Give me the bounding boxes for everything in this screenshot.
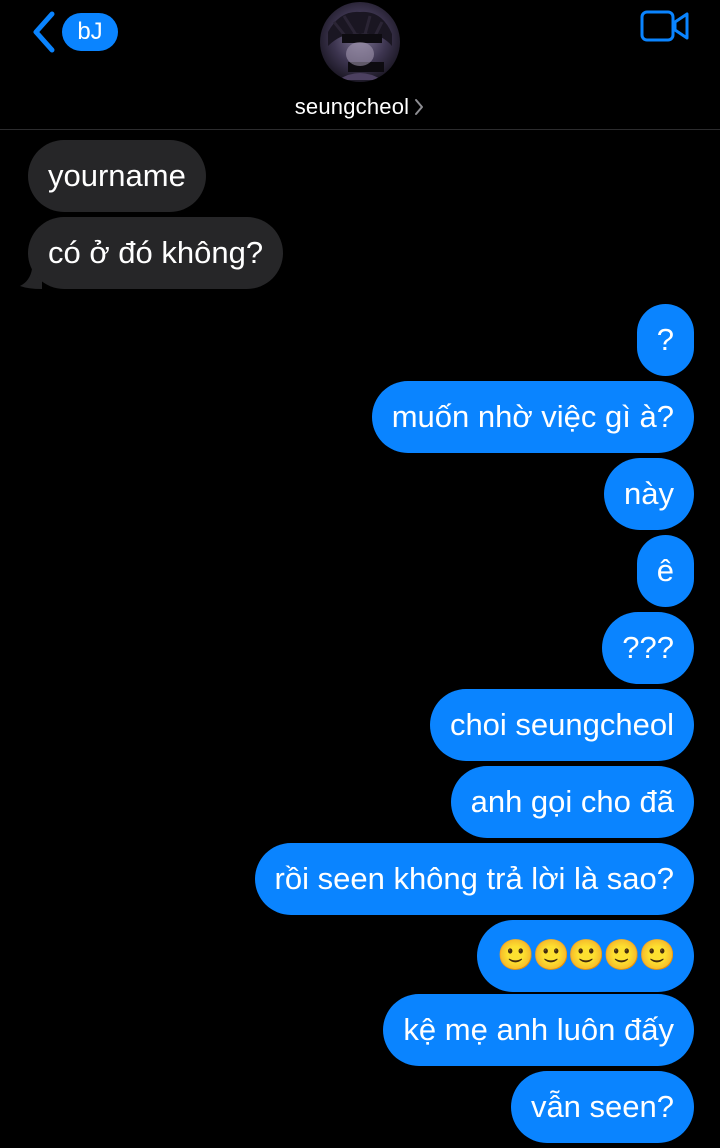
incoming-message-bubble[interactable]: yourname: [28, 140, 206, 212]
contact-name: seungcheol: [294, 94, 410, 119]
contact-details-link[interactable]: seungcheol: [0, 92, 720, 122]
outgoing-message-bubble[interactable]: anh gọi cho đã: [450, 766, 694, 838]
outgoing-emoji-bubble[interactable]: 🙂🙂🙂🙂🙂: [477, 920, 694, 992]
outgoing-message-bubble[interactable]: rồi seen không trả lời là sao?: [254, 843, 694, 915]
incoming-message-bubble[interactable]: có ở đó không?: [28, 217, 284, 289]
avatar-photo: [320, 2, 400, 82]
outgoing-message-bubble[interactable]: ê: [636, 535, 694, 607]
outgoing-message-bubble[interactable]: muốn nhờ việc gì à?: [371, 381, 694, 453]
back-button[interactable]: bJ: [28, 10, 118, 54]
conversation-header: bJ seungcheol: [0, 0, 720, 129]
outgoing-message-bubble[interactable]: vẫn seen?: [510, 1071, 694, 1143]
video-call-icon[interactable]: [640, 8, 690, 44]
outgoing-message-bubble[interactable]: ???: [602, 612, 694, 684]
outgoing-message-bubble[interactable]: ?: [636, 304, 694, 376]
chevron-right-icon: [415, 99, 424, 115]
message-thread[interactable]: yourname có ở đó không? ? muốn nhờ việc …: [0, 130, 720, 1148]
chevron-left-icon: [33, 11, 55, 53]
outgoing-message-bubble[interactable]: này: [604, 458, 694, 530]
unread-count-badge: bJ: [62, 13, 118, 51]
outgoing-message-bubble[interactable]: kệ mẹ anh luôn đấy: [383, 994, 694, 1066]
outgoing-message-bubble[interactable]: choi seungcheol: [429, 689, 694, 761]
contact-avatar[interactable]: [320, 2, 400, 82]
